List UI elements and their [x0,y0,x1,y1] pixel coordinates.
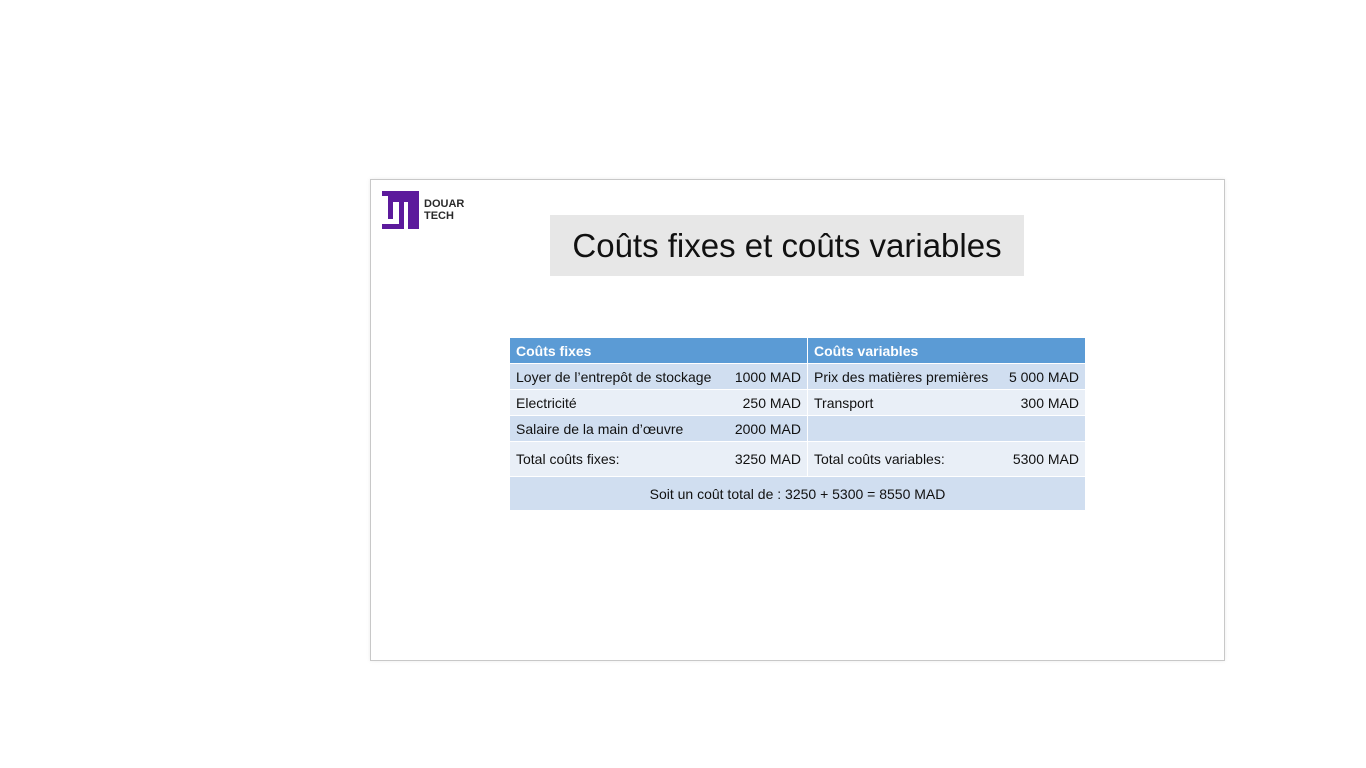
fixed-cost-value: 2000 MAD [734,420,801,437]
table-row: Electricité 250 MAD Transport 300 MAD [510,389,1086,416]
costs-table: Coûts fixes Coûts variables Loyer de l’e… [510,338,1086,511]
header-fixed-costs: Coûts fixes [510,338,808,364]
slide-title-box: Coûts fixes et coûts variables [550,215,1024,276]
logo-line-1: DOUAR [424,198,465,210]
presentation-canvas: DOUAR TECH Coûts fixes et coûts variable… [0,0,1366,768]
table-header-row: Coûts fixes Coûts variables [510,338,1086,364]
logo: DOUAR TECH [382,191,464,229]
fixed-total-label: Total coûts fixes: [516,451,620,467]
table-row: Loyer de l’entrepôt de stockage 1000 MAD… [510,363,1086,390]
variable-cost-cell: Prix des matières premières 5 000 MAD [807,363,1086,390]
variable-cost-cell: Transport 300 MAD [807,389,1086,416]
douar-tech-logo-icon [382,191,419,229]
variable-cost-label: Transport [814,394,874,411]
variable-total-label: Total coûts variables: [814,451,945,467]
fixed-cost-cell: Loyer de l’entrepôt de stockage 1000 MAD [510,363,808,390]
logo-text: DOUAR TECH [424,198,464,222]
table-summary-row: Soit un coût total de : 3250 + 5300 = 85… [510,476,1086,511]
variable-cost-cell [807,415,1086,442]
fixed-cost-value: 250 MAD [742,394,801,411]
table-total-row: Total coûts fixes: 3250 MAD Total coûts … [510,441,1086,477]
table-row: Salaire de la main d’œuvre 2000 MAD [510,415,1086,442]
variable-cost-label: Prix des matières premières [814,368,989,385]
slide: DOUAR TECH Coûts fixes et coûts variable… [370,179,1225,661]
fixed-cost-value: 1000 MAD [734,368,801,385]
fixed-total-value: 3250 MAD [734,451,801,467]
fixed-cost-label: Electricité [516,394,577,411]
total-cost-summary: Soit un coût total de : 3250 + 5300 = 85… [510,476,1086,511]
fixed-cost-label: Salaire de la main d’œuvre [516,420,684,437]
fixed-cost-cell: Electricité 250 MAD [510,389,808,416]
logo-line-2: TECH [424,210,454,222]
slide-title: Coûts fixes et coûts variables [572,226,1002,264]
fixed-total-cell: Total coûts fixes: 3250 MAD [510,441,808,477]
variable-total-cell: Total coûts variables: 5300 MAD [807,441,1086,477]
variable-cost-value: 300 MAD [1020,394,1079,411]
fixed-cost-cell: Salaire de la main d’œuvre 2000 MAD [510,415,808,442]
variable-cost-value: 5 000 MAD [1008,368,1079,385]
fixed-cost-label: Loyer de l’entrepôt de stockage [516,368,712,385]
header-variable-costs: Coûts variables [807,338,1086,364]
variable-total-value: 5300 MAD [1012,451,1079,467]
